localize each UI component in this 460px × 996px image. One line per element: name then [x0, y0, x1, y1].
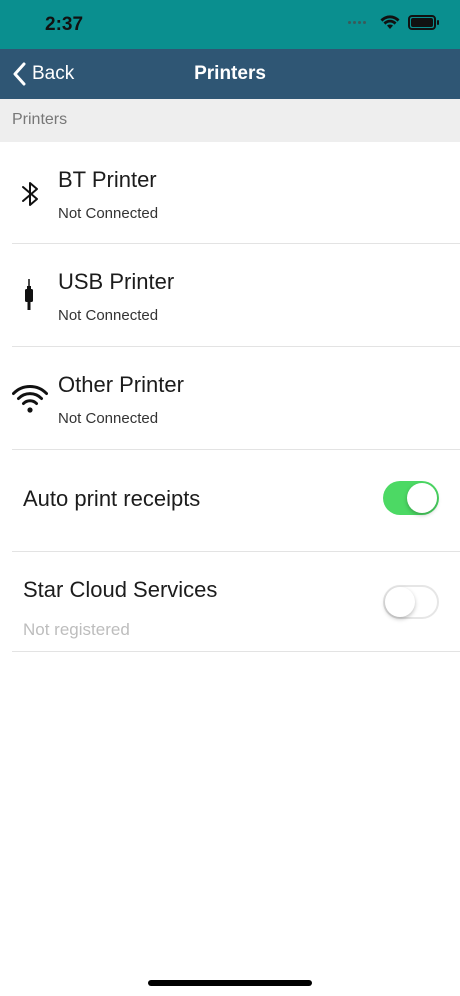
usb-cable-icon: [25, 279, 33, 310]
printer-name: BT Printer: [58, 167, 157, 192]
navigation-bar: Back Printers: [0, 49, 460, 99]
status-icons: [348, 15, 439, 30]
status-bar: 2:37: [0, 0, 460, 49]
section-header: Printers: [0, 99, 460, 142]
toggle-knob: [385, 587, 415, 617]
star-cloud-row: Star Cloud Services Not registered: [0, 552, 460, 652]
status-time: 2:37: [45, 14, 84, 35]
printer-row-usb[interactable]: USB Printer Not Connected: [0, 244, 460, 347]
divider: [12, 651, 460, 652]
wifi-status-icon: [380, 15, 400, 29]
auto-print-toggle[interactable]: [383, 481, 439, 515]
home-indicator[interactable]: [148, 980, 312, 986]
printer-status: Not Connected: [58, 307, 159, 324]
cellular-signal-icon: [348, 21, 366, 24]
toggle-knob: [407, 483, 437, 513]
printer-name: USB Printer: [58, 269, 175, 294]
star-cloud-toggle[interactable]: [383, 585, 439, 619]
star-cloud-label: Star Cloud Services: [23, 577, 218, 602]
printer-status: Not Connected: [58, 410, 159, 427]
battery-icon: [408, 15, 439, 30]
auto-print-row: Auto print receipts: [0, 450, 460, 552]
page-title: Printers: [194, 63, 266, 84]
printer-status: Not Connected: [58, 205, 159, 222]
printer-row-bt[interactable]: BT Printer Not Connected: [0, 142, 460, 244]
bluetooth-icon: [22, 182, 38, 206]
wifi-icon: [12, 385, 48, 413]
star-cloud-status: Not registered: [23, 620, 130, 639]
section-header-label: Printers: [12, 111, 68, 128]
printer-row-other[interactable]: Other Printer Not Connected: [0, 347, 460, 450]
auto-print-label: Auto print receipts: [23, 486, 201, 511]
printer-name: Other Printer: [58, 372, 184, 397]
